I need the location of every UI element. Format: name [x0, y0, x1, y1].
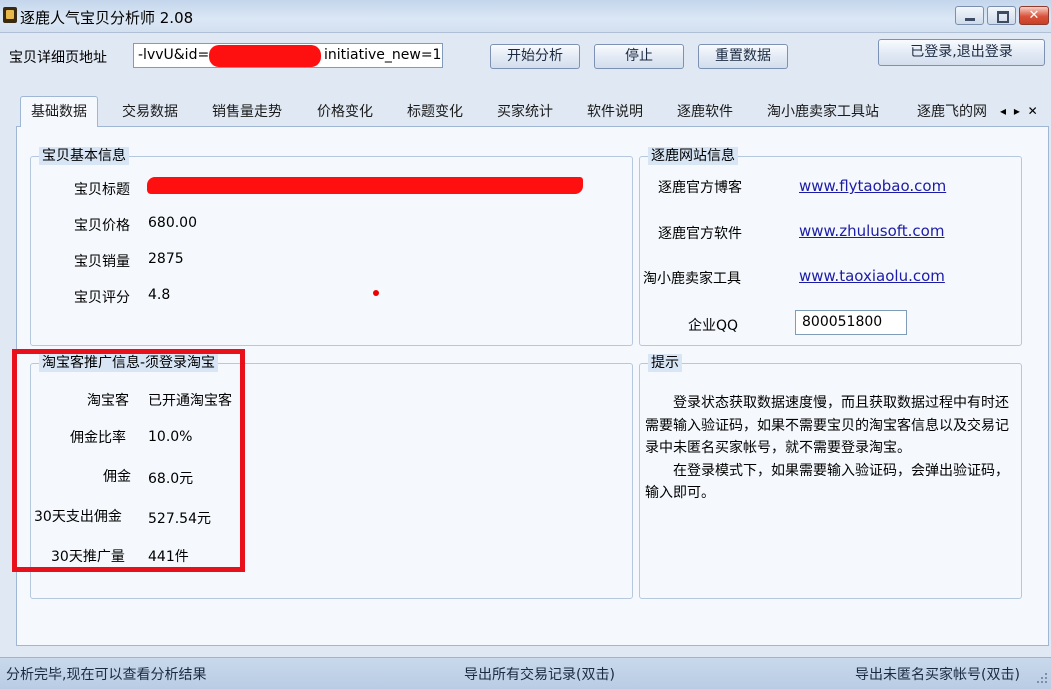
url-label: 宝贝详细页地址: [9, 50, 107, 66]
export-all-trades-button[interactable]: 导出所有交易记录(双击): [464, 664, 615, 684]
official-software-label: 逐鹿官方软件: [658, 226, 742, 242]
window-title: 逐鹿人气宝贝分析师 2.08: [20, 9, 194, 27]
maximize-button[interactable]: [987, 6, 1016, 25]
status-message: 分析完毕,现在可以查看分析结果: [6, 667, 207, 683]
tab-buyer-stats[interactable]: 买家统计: [497, 100, 553, 124]
url-redaction-mark: [209, 45, 321, 67]
start-analysis-button[interactable]: 开始分析: [490, 44, 580, 69]
highlight-annotation-box: [12, 349, 245, 572]
item-title-redaction-mark: [147, 177, 583, 194]
red-dot-mark: [373, 290, 379, 296]
tab-basic-data[interactable]: 基础数据: [20, 96, 98, 127]
tab-scroll-arrows[interactable]: ◂ ▸ ✕: [1000, 104, 1040, 118]
tab-zhulu-software[interactable]: 逐鹿软件: [677, 100, 733, 124]
tips-title: 提示: [648, 354, 682, 372]
reset-data-button[interactable]: 重置数据: [698, 44, 788, 69]
item-sales-label: 宝贝销量: [74, 254, 130, 270]
tab-title-change[interactable]: 标题变化: [407, 100, 463, 124]
app-icon: [3, 7, 17, 23]
site-info-title: 逐鹿网站信息: [648, 147, 738, 165]
official-software-link[interactable]: www.zhulusoft.com: [799, 222, 944, 240]
tips-text: 登录状态获取数据速度慢，而且获取数据过程中有时还需要输入验证码，如果不需要宝贝的…: [645, 392, 1015, 505]
tab-strip: 基础数据 交易数据 销售量走势 价格变化 标题变化 买家统计 软件说明 逐鹿软件…: [16, 96, 1049, 127]
tab-software-notes[interactable]: 软件说明: [587, 100, 643, 124]
official-blog-label: 逐鹿官方博客: [658, 180, 742, 196]
item-price-label: 宝贝价格: [74, 218, 130, 234]
qq-label: 企业QQ: [688, 318, 739, 334]
tab-trade-data[interactable]: 交易数据: [122, 100, 178, 124]
export-buyer-accounts-button[interactable]: 导出未匿名买家帐号(双击): [855, 664, 1020, 684]
stop-button[interactable]: 停止: [594, 44, 684, 69]
item-title-label: 宝贝标题: [74, 182, 130, 198]
tab-seller-tools[interactable]: 淘小鹿卖家工具站: [767, 100, 879, 124]
official-blog-link[interactable]: www.flytaobao.com: [799, 177, 946, 195]
tab-zhulufei-site[interactable]: 逐鹿飞的网: [917, 100, 1001, 124]
item-sales-value: 2875: [148, 251, 184, 267]
close-button[interactable]: ✕: [1019, 6, 1049, 25]
logout-button[interactable]: 已登录,退出登录: [878, 39, 1045, 66]
item-price-value: 680.00: [148, 215, 197, 231]
resize-grip-icon[interactable]: [1035, 670, 1049, 686]
tips-paragraph: 在登录模式下，如果需要输入验证码，会弹出验证码，输入即可。: [645, 462, 1009, 502]
basic-info-title: 宝贝基本信息: [39, 147, 129, 165]
minimize-button[interactable]: [955, 6, 984, 25]
item-rating-value: 4.8: [148, 287, 171, 303]
seller-tools-label: 淘小鹿卖家工具: [643, 271, 741, 287]
tab-price-change[interactable]: 价格变化: [317, 100, 373, 124]
tab-sales-trend[interactable]: 销售量走势: [212, 100, 282, 124]
qq-field[interactable]: 800051800: [795, 310, 907, 335]
url-value-start: -lvvU&id=: [138, 47, 210, 63]
url-value-end: initiative_new=1: [324, 47, 442, 63]
tips-paragraph: 登录状态获取数据速度慢，而且获取数据过程中有时还需要输入验证码，如果不需要宝贝的…: [645, 395, 1009, 456]
seller-tools-link[interactable]: www.taoxiaolu.com: [799, 267, 945, 285]
item-rating-label: 宝贝评分: [74, 290, 130, 306]
close-icon: ✕: [1028, 8, 1040, 23]
